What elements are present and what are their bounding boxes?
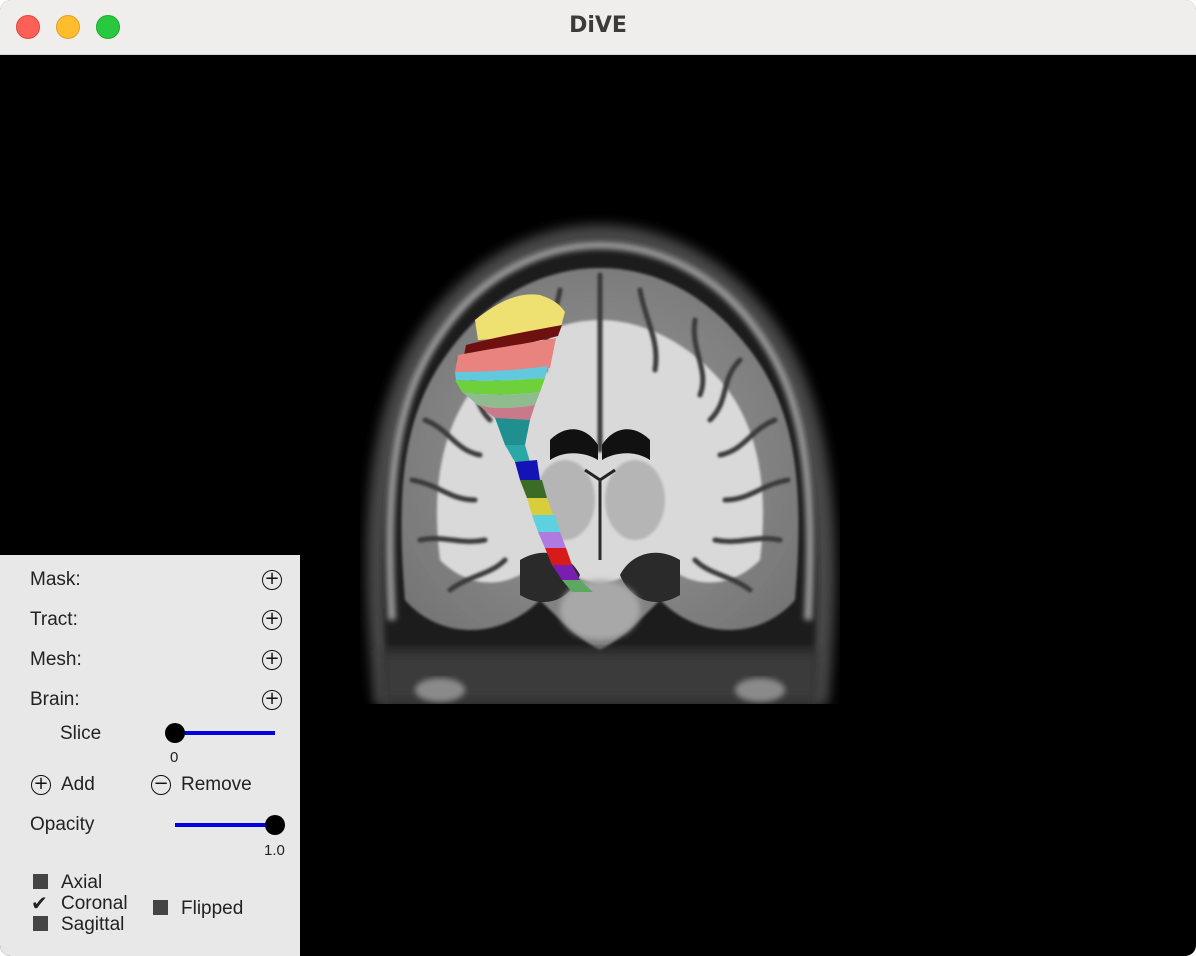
opacity-label: Opacity [30,814,95,835]
plus-circle-icon[interactable]: + [31,775,51,795]
coronal-label: Coronal [61,893,128,914]
add-mask-icon[interactable]: + [262,570,282,590]
mri-coronal-slice [366,225,836,704]
slice-value: 0 [170,749,179,766]
opacity-slider-knob[interactable] [265,815,285,835]
add-brain-icon[interactable]: + [262,690,282,710]
app-window: DiVE Mask: + Tract: + Mesh: + Brain: + S… [0,0,1196,956]
brain-label: Brain: [30,689,80,710]
flipped-checkbox[interactable] [153,900,168,915]
axial-checkbox[interactable] [33,874,48,889]
tract-label: Tract: [30,609,78,630]
add-label[interactable]: Add [61,774,95,796]
opacity-slider-track[interactable] [175,823,275,827]
flipped-label: Flipped [181,898,244,919]
mesh-label: Mesh: [30,649,82,670]
sagittal-label: Sagittal [61,914,125,935]
minus-circle-icon[interactable]: − [151,775,171,795]
slice-slider-track[interactable] [175,731,275,735]
add-mesh-icon[interactable]: + [262,650,282,670]
slice-label: Slice [60,723,102,744]
add-tract-icon[interactable]: + [262,610,282,630]
title-bar[interactable]: DiVE [0,0,1196,55]
control-panel: Mask: + Tract: + Mesh: + Brain: + Slice … [0,555,300,956]
remove-label[interactable]: Remove [181,774,252,796]
axial-label: Axial [61,872,103,893]
opacity-value: 1.0 [264,842,285,859]
sagittal-checkbox[interactable] [33,916,48,931]
coronal-checkmark-icon[interactable]: ✔ [31,893,48,913]
window-title: DiVE [569,13,627,38]
slice-slider-knob[interactable] [165,723,185,743]
mask-label: Mask: [30,569,81,590]
